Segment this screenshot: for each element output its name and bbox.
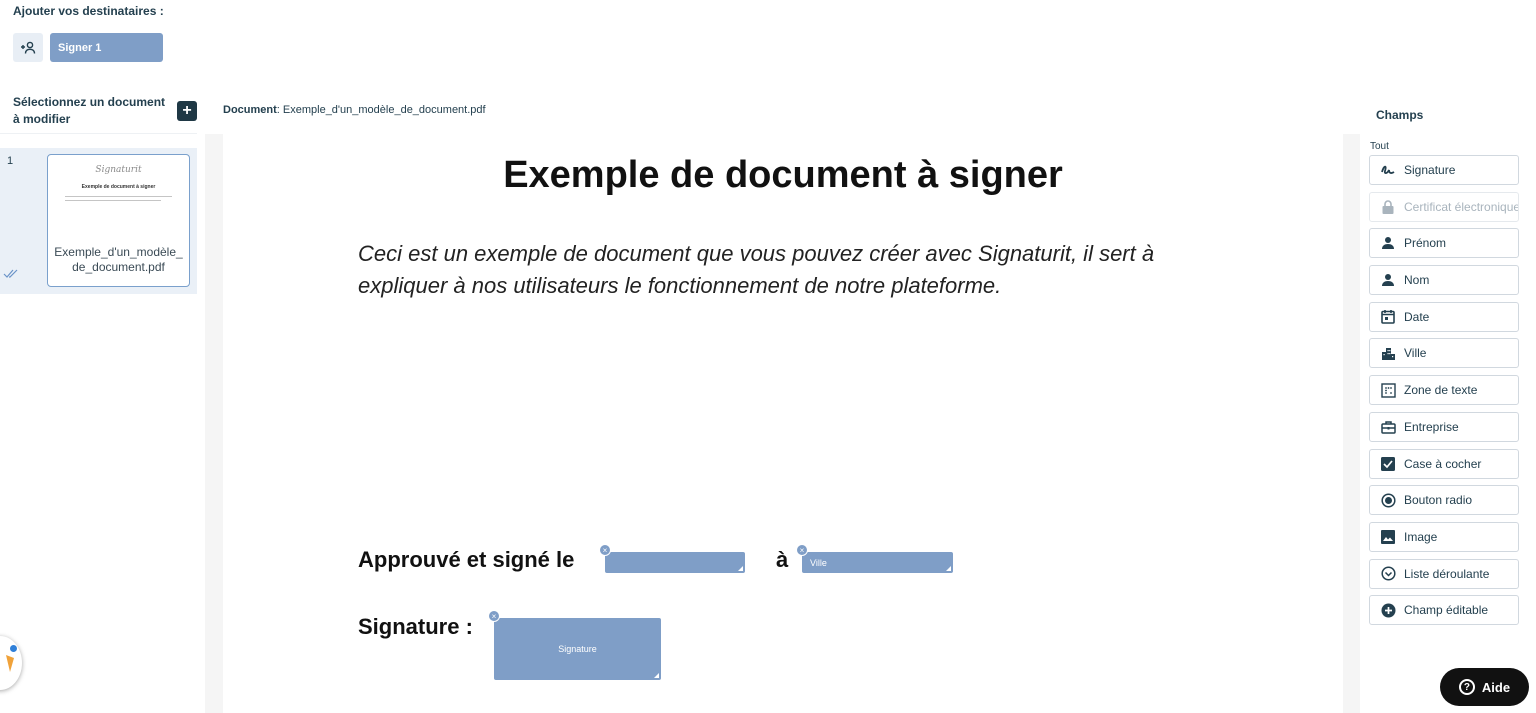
documents-title: Sélectionnez un document à modifier <box>13 95 166 126</box>
field-firstname-button[interactable]: Prénom <box>1369 228 1519 259</box>
checkbox-icon <box>1380 456 1396 472</box>
field-label: Ville <box>1404 346 1427 361</box>
dropdown-icon <box>1380 566 1396 582</box>
help-button[interactable]: ? Aide <box>1440 668 1529 706</box>
field-radio-button[interactable]: Bouton radio <box>1369 485 1519 516</box>
document-list-item[interactable]: 1 Signaturit Exemple de document à signe… <box>0 148 197 294</box>
resize-handle[interactable] <box>654 673 659 678</box>
champs-title: Champs <box>1376 108 1424 122</box>
person-icon <box>1380 272 1396 288</box>
field-checkbox-button[interactable]: Case à cocher <box>1369 448 1519 479</box>
field-company-button[interactable]: Entreprise <box>1369 411 1519 442</box>
lock-icon <box>1380 199 1396 215</box>
thumbnail-logo: Signaturit <box>95 165 142 175</box>
pdf-body: Ceci est un exemple de document que vous… <box>358 241 1155 298</box>
thumbnail-line <box>65 200 161 201</box>
date-field[interactable] <box>605 552 745 573</box>
pdf-signature-text: Signature : <box>358 614 473 639</box>
help-icon: ? <box>1458 679 1475 695</box>
briefcase-icon <box>1380 419 1396 435</box>
signature-field-label: Signature <box>558 644 597 654</box>
help-label: Aide <box>1481 679 1511 695</box>
city-icon <box>1380 345 1396 361</box>
divider <box>0 133 197 134</box>
document-label: Document: Exemple_d'un_modèle_de_documen… <box>223 104 486 116</box>
image-icon <box>1380 529 1396 545</box>
signature-icon <box>1380 162 1396 178</box>
field-label: Entreprise <box>1404 419 1459 434</box>
field-city-button[interactable]: Ville <box>1369 338 1519 369</box>
document-index: 1 <box>7 155 14 167</box>
signer-chip[interactable]: Signer 1 <box>50 33 163 62</box>
city-field-label: Ville <box>810 558 827 568</box>
pdf-title: Exemple de document à signer <box>503 154 1063 196</box>
field-label: Signature <box>1404 163 1456 177</box>
resize-handle[interactable] <box>946 566 951 571</box>
plus-circle-icon <box>1380 602 1396 618</box>
field-label: Prénom <box>1404 236 1447 251</box>
field-image-button[interactable]: Image <box>1369 521 1519 552</box>
field-palette: Signature Certificat électronique Prénom… <box>1369 155 1519 632</box>
text-area-icon <box>1380 382 1396 398</box>
notification-dot <box>10 645 17 652</box>
radio-icon <box>1380 492 1396 508</box>
pdf-a-text: à <box>776 547 789 572</box>
champs-filter[interactable]: Tout <box>1370 141 1389 152</box>
signature-field[interactable]: Signature <box>494 618 661 680</box>
add-document-button[interactable]: + <box>177 101 197 121</box>
document-viewer[interactable]: Exemple de document à signer Ceci est un… <box>205 134 1360 713</box>
thumbnail-line <box>65 196 172 197</box>
document-label-value: : Exemple_d'un_modèle_de_document.pdf <box>276 104 486 116</box>
field-certificate-button: Certificat électronique <box>1369 191 1519 222</box>
document-name: Exemple_d'un_modèle_de_document.pdf <box>54 245 183 274</box>
resize-handle[interactable] <box>738 566 743 571</box>
field-label: Zone de texte <box>1404 383 1478 398</box>
field-label: Nom <box>1404 273 1430 288</box>
field-lastname-button[interactable]: Nom <box>1369 265 1519 296</box>
field-dropdown-button[interactable]: Liste déroulante <box>1369 558 1519 589</box>
field-label: Certificat électronique <box>1404 199 1519 214</box>
city-field[interactable]: Ville <box>802 552 953 573</box>
thumbnail-title: Exemple de document à signer <box>81 184 156 190</box>
field-date-button[interactable]: Date <box>1369 301 1519 332</box>
remove-date-field-icon[interactable]: × <box>599 544 611 556</box>
remove-city-field-icon[interactable]: × <box>796 544 808 556</box>
document-label-prefix: Document <box>223 104 277 116</box>
remove-signature-field-icon[interactable]: × <box>488 610 500 622</box>
pdf-page[interactable]: Exemple de document à signer Ceci est un… <box>223 134 1343 713</box>
field-label: Liste déroulante <box>1404 566 1490 581</box>
person-icon <box>1380 235 1396 251</box>
calendar-icon <box>1380 309 1396 325</box>
recipients-title: Ajouter vos destinataires : <box>13 4 164 18</box>
field-label: Champ éditable <box>1404 603 1489 618</box>
double-check-icon <box>3 266 19 282</box>
document-thumbnail-card[interactable]: Signaturit Exemple de document à signer … <box>47 154 190 287</box>
add-person-icon <box>21 41 36 54</box>
field-label: Image <box>1404 529 1438 544</box>
field-textarea-button[interactable]: Zone de texte <box>1369 375 1519 406</box>
field-label: Bouton radio <box>1404 493 1473 508</box>
mascot-icon <box>6 655 14 672</box>
field-label: Date <box>1404 309 1430 324</box>
field-signature-button[interactable]: Signature <box>1369 155 1519 185</box>
assistant-avatar[interactable] <box>0 636 22 690</box>
pdf-approve-text: Approuvé et signé le <box>358 547 575 572</box>
field-editable-button[interactable]: Champ éditable <box>1369 595 1519 626</box>
add-recipient-button[interactable] <box>13 33 43 62</box>
field-label: Case à cocher <box>1404 456 1482 471</box>
